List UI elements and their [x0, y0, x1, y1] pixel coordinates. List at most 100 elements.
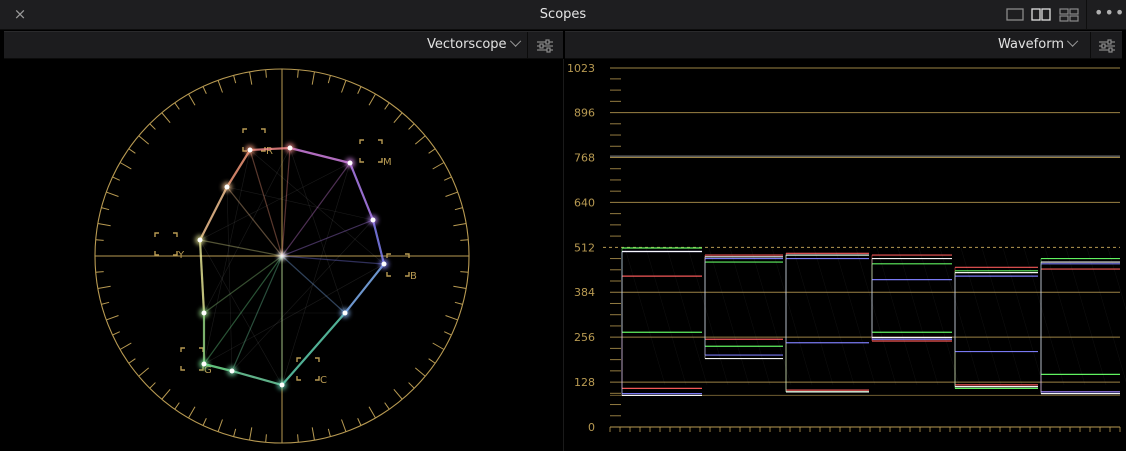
trace-edge: [344, 263, 385, 314]
target-label: M: [383, 157, 392, 168]
graticule-tick: [95, 239, 104, 241]
trace-faint: [249, 149, 385, 265]
target-box: [359, 139, 383, 163]
dual-layout-icon[interactable]: [1029, 6, 1053, 24]
trace-faint: [199, 162, 351, 241]
y-scale-label: 384: [574, 286, 595, 299]
chevron-down-icon: [1066, 35, 1079, 47]
trace-faint: [876, 247, 918, 385]
trace-faint: [834, 247, 876, 385]
graticule-tick: [128, 358, 136, 364]
target-label: Y: [177, 250, 185, 261]
y-scale-label: 128: [574, 376, 595, 389]
trace-node: [381, 261, 387, 267]
graticule-tick: [327, 428, 331, 437]
trace-faint: [645, 247, 687, 385]
graticule-tick: [265, 69, 267, 78]
trace-edge: [289, 146, 351, 165]
more-options-icon[interactable]: •••: [1094, 5, 1124, 25]
trace-edge: [198, 239, 206, 314]
graticule-tick: [428, 148, 436, 154]
quad-layout-icon[interactable]: [1057, 6, 1081, 24]
trace-spoke: [249, 149, 283, 257]
trace-node: [229, 368, 235, 374]
graticule-tick: [217, 419, 223, 432]
trace-node: [342, 310, 348, 316]
graticule-tick: [445, 315, 458, 321]
target-label: R: [266, 146, 273, 157]
graticule-tick: [444, 331, 452, 336]
trace-edge: [371, 219, 386, 265]
graticule-tick: [202, 418, 207, 426]
graticule-tick: [106, 315, 119, 321]
graticule-tick: [341, 80, 347, 93]
graticule-tick: [460, 239, 469, 241]
graticule-tick: [311, 71, 315, 85]
waveform-header: Waveform: [565, 31, 1122, 59]
graticule-tick: [327, 75, 331, 84]
graticule-tick: [174, 402, 180, 410]
trace-edge: [231, 369, 283, 387]
trace-node: [201, 310, 207, 316]
scope-type-label: Vectorscope: [427, 37, 507, 52]
graticule-tick: [188, 406, 196, 419]
target-label: B: [410, 271, 417, 282]
trace-faint: [750, 247, 792, 385]
scope-settings-icon[interactable]: [1096, 36, 1118, 56]
graticule-tick: [311, 427, 315, 441]
y-scale-label: 768: [574, 151, 595, 164]
graticule-tick: [368, 93, 376, 106]
window-title: Scopes: [539, 7, 587, 22]
waveform-display: 1023 896 768 640 512 384 256 128 0: [567, 62, 1126, 434]
trace-node: [201, 361, 207, 367]
trace-faint: [792, 247, 834, 385]
graticule-tick: [357, 86, 362, 94]
trace-node: [370, 217, 376, 223]
graticule-tick: [188, 93, 196, 106]
graticule-tick: [460, 271, 469, 273]
graticule-tick: [138, 367, 150, 377]
trace-node: [347, 160, 353, 166]
graticule-tick: [408, 123, 415, 130]
graticule-tick: [428, 358, 436, 364]
trace-faint: [729, 247, 771, 385]
graticule-tick: [432, 342, 445, 350]
scope-type-dropdown-right[interactable]: Waveform: [998, 35, 1079, 55]
y-scale-label: 256: [574, 331, 595, 344]
graticule-tick: [297, 434, 299, 443]
graticule-tick: [149, 382, 156, 389]
trace-faint: [226, 186, 233, 372]
trace-faint: [666, 247, 708, 385]
trace-node: [247, 147, 253, 153]
titlebar-divider: [1086, 0, 1087, 30]
vectorscope-header: Vectorscope: [4, 31, 563, 59]
graticule-tick: [249, 71, 253, 85]
single-layout-icon[interactable]: [1003, 6, 1027, 24]
trace-faint: [855, 247, 897, 385]
y-scale-label: 640: [574, 196, 595, 209]
trace-edge: [281, 312, 346, 386]
graticule-tick: [112, 176, 120, 181]
trace-center: [278, 252, 286, 260]
scope-settings-icon[interactable]: [534, 36, 556, 56]
header-divider: [1090, 32, 1091, 59]
graticule-tick: [384, 402, 390, 410]
graticule-tick: [95, 271, 104, 273]
graticule-tick: [106, 191, 119, 197]
trace-faint: [897, 247, 939, 385]
graticule-tick: [161, 388, 171, 400]
scope-type-label: Waveform: [998, 37, 1064, 52]
graticule-tick: [217, 80, 223, 93]
trace-edge: [226, 149, 251, 188]
graticule-tick: [233, 428, 237, 437]
graticule-tick: [97, 223, 111, 227]
y-scale-label: 512: [574, 241, 595, 254]
scope-type-dropdown-left[interactable]: Vectorscope: [427, 35, 521, 55]
graticule-tick: [384, 102, 390, 110]
graticule-tick: [265, 434, 267, 443]
graticule-tick: [138, 135, 150, 145]
trace-faint: [708, 247, 750, 385]
title-bar: × Scopes •••: [0, 0, 1126, 30]
graticule-tick: [368, 406, 376, 419]
graticule-tick: [444, 176, 452, 181]
